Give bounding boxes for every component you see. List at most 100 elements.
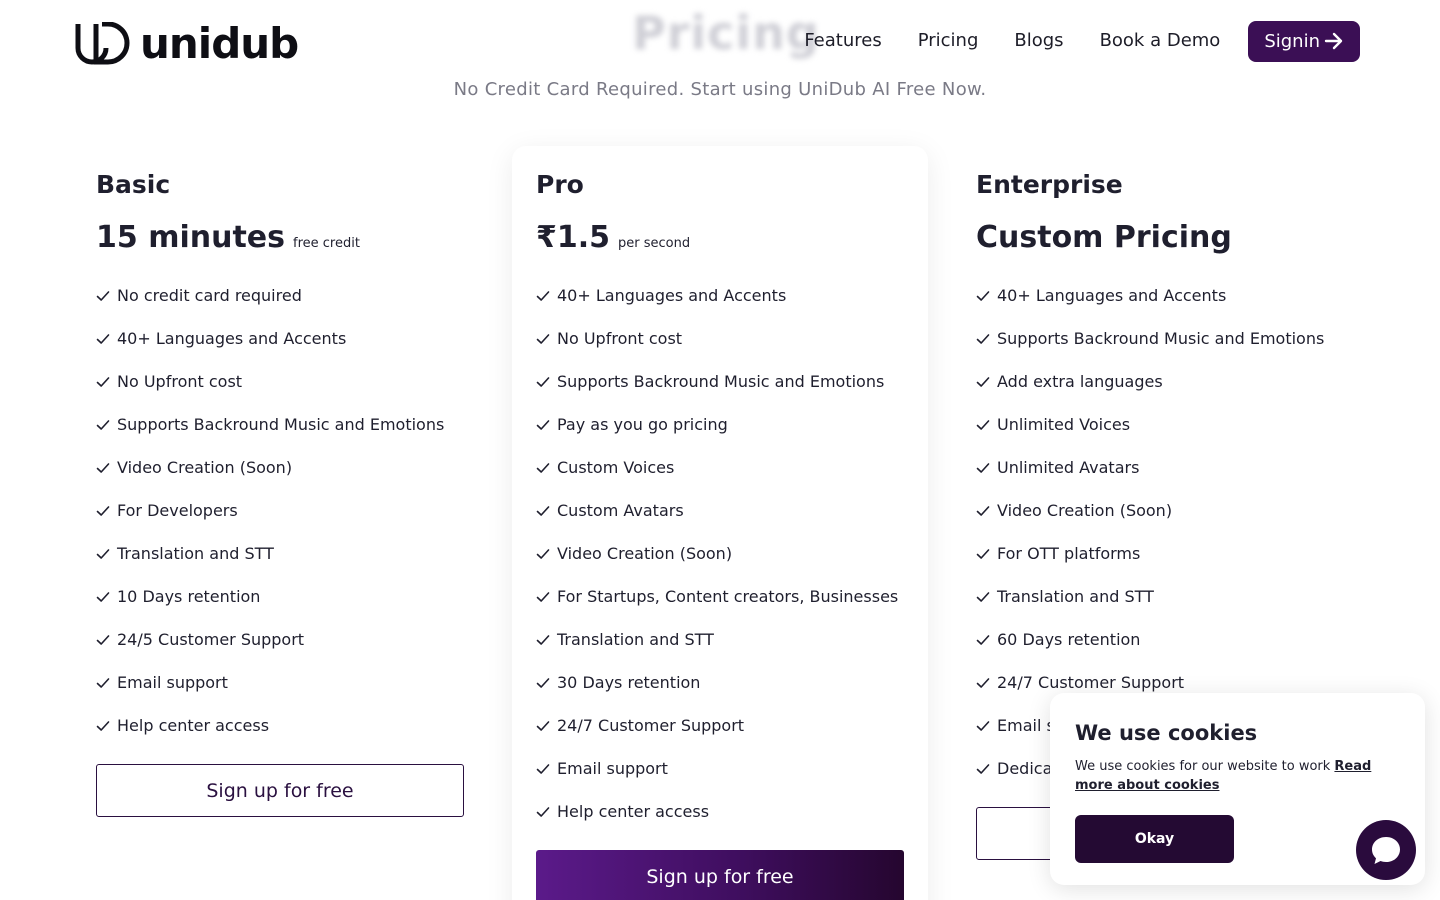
plan-price: ₹1.5	[536, 220, 611, 255]
arrow-right-icon	[1324, 32, 1343, 50]
feature-item: 60 Days retention	[976, 618, 1344, 661]
check-icon	[976, 763, 990, 774]
plan-name: Basic	[96, 170, 171, 199]
feature-text: Translation and STT	[117, 544, 274, 563]
check-icon	[536, 290, 550, 301]
feature-item: Supports Backround Music and Emotions	[976, 317, 1344, 360]
feature-text: Email support	[117, 673, 228, 692]
chat-launcher-button[interactable]	[1356, 820, 1416, 880]
feature-text: Video Creation (Soon)	[117, 458, 293, 477]
feature-item: Custom Avatars	[536, 489, 904, 532]
cookie-message: We use cookies for our website to work	[1075, 759, 1331, 774]
check-icon	[976, 548, 990, 559]
check-icon	[976, 333, 990, 344]
feature-text: Custom Voices	[557, 458, 675, 477]
feature-text: Supports Backround Music and Emotions	[557, 372, 885, 391]
cookie-title: We use cookies	[1075, 721, 1258, 745]
check-icon	[976, 505, 990, 516]
feature-text: 40+ Languages and Accents	[117, 329, 347, 348]
unidub-logo[interactable]: unidub	[74, 22, 299, 66]
check-icon	[96, 634, 110, 645]
nav-pricing[interactable]: Pricing	[918, 20, 979, 62]
check-icon	[96, 290, 110, 301]
feature-item: Help center access	[96, 704, 464, 747]
check-icon	[96, 376, 110, 387]
pricing-subtitle: No Credit Card Required. Start using Uni…	[453, 79, 987, 100]
nav-features[interactable]: Features	[804, 20, 881, 62]
feature-text: Supports Backround Music and Emotions	[997, 329, 1325, 348]
check-icon	[96, 591, 110, 602]
feature-item: Custom Voices	[536, 446, 904, 489]
feature-text: 24/7 Customer Support	[997, 673, 1185, 692]
plan-price: Custom Pricing	[976, 220, 1232, 255]
feature-text: Email support	[557, 759, 668, 778]
check-icon	[96, 419, 110, 430]
check-icon	[536, 677, 550, 688]
feature-item: Email support	[536, 747, 904, 790]
feature-text: 30 Days retention	[557, 673, 701, 692]
feature-item: Email support	[96, 661, 464, 704]
feature-text: For OTT platforms	[997, 544, 1141, 563]
feature-text: No Upfront cost	[117, 372, 243, 391]
feature-item: 40+ Languages and Accents	[976, 274, 1344, 317]
feature-item: Video Creation (Soon)	[536, 532, 904, 575]
feature-text: Translation and STT	[557, 630, 714, 649]
feature-item: 24/7 Customer Support	[536, 704, 904, 747]
price-note: per second	[618, 236, 691, 251]
price-row: Custom Pricing	[976, 220, 1344, 256]
check-icon	[536, 763, 550, 774]
plan-price: 15 minutes	[96, 220, 285, 255]
feature-text: Help center access	[557, 802, 710, 821]
feature-item: No credit card required	[96, 274, 464, 317]
feature-item: For Startups, Content creators, Business…	[536, 575, 904, 618]
nav-blogs[interactable]: Blogs	[1014, 20, 1063, 62]
nav-book-demo[interactable]: Book a Demo	[1100, 20, 1221, 62]
feature-text: No Upfront cost	[557, 329, 683, 348]
check-icon	[96, 462, 110, 473]
feature-item: Translation and STT	[536, 618, 904, 661]
feature-item: Supports Backround Music and Emotions	[536, 360, 904, 403]
price-note: free credit	[293, 236, 360, 251]
feature-list: No credit card required 40+ Languages and…	[96, 274, 464, 747]
feature-item: 40+ Languages and Accents	[536, 274, 904, 317]
feature-item: Supports Backround Music and Emotions	[96, 403, 464, 446]
signup-pro-button[interactable]: Sign up for free	[536, 850, 904, 900]
plan-card-pro: Pro ₹1.5 per second 40+ Languages and Ac…	[512, 146, 928, 900]
feature-text: Video Creation (Soon)	[997, 501, 1173, 520]
feature-text: Video Creation (Soon)	[557, 544, 733, 563]
check-icon	[536, 462, 550, 473]
feature-text: 10 Days retention	[117, 587, 261, 606]
check-icon	[536, 806, 550, 817]
feature-item: 24/5 Customer Support	[96, 618, 464, 661]
signin-button[interactable]: Signin	[1248, 20, 1360, 62]
check-icon	[976, 677, 990, 688]
main-nav: Features Pricing Blogs Book a Demo Signi…	[768, 20, 1360, 62]
check-icon	[536, 505, 550, 516]
feature-item: 40+ Languages and Accents	[96, 317, 464, 360]
cookie-text: We use cookies for our website to work R…	[1075, 757, 1401, 795]
cookie-okay-button[interactable]: Okay	[1075, 815, 1234, 863]
feature-text: Translation and STT	[997, 587, 1154, 606]
feature-text: Pay as you go pricing	[557, 415, 728, 434]
feature-item: Video Creation (Soon)	[976, 489, 1344, 532]
check-icon	[96, 548, 110, 559]
chat-bubble-icon	[1372, 837, 1400, 864]
feature-text: Custom Avatars	[557, 501, 684, 520]
feature-item: No Upfront cost	[96, 360, 464, 403]
check-icon	[976, 290, 990, 301]
check-icon	[536, 548, 550, 559]
check-icon	[976, 634, 990, 645]
check-icon	[96, 720, 110, 731]
feature-item: Translation and STT	[96, 532, 464, 575]
logo-mark-icon	[75, 22, 130, 65]
feature-text: No credit card required	[117, 286, 302, 305]
feature-list: 40+ Languages and Accents No Upfront cost…	[536, 274, 904, 833]
feature-text: For Startups, Content creators, Business…	[557, 587, 899, 606]
feature-text: For Developers	[117, 501, 238, 520]
feature-item: Pay as you go pricing	[536, 403, 904, 446]
feature-item: Video Creation (Soon)	[96, 446, 464, 489]
feature-text: Email s	[997, 716, 1055, 735]
signup-basic-button[interactable]: Sign up for free	[96, 764, 464, 817]
feature-text: Supports Backround Music and Emotions	[117, 415, 445, 434]
feature-item: Translation and STT	[976, 575, 1344, 618]
